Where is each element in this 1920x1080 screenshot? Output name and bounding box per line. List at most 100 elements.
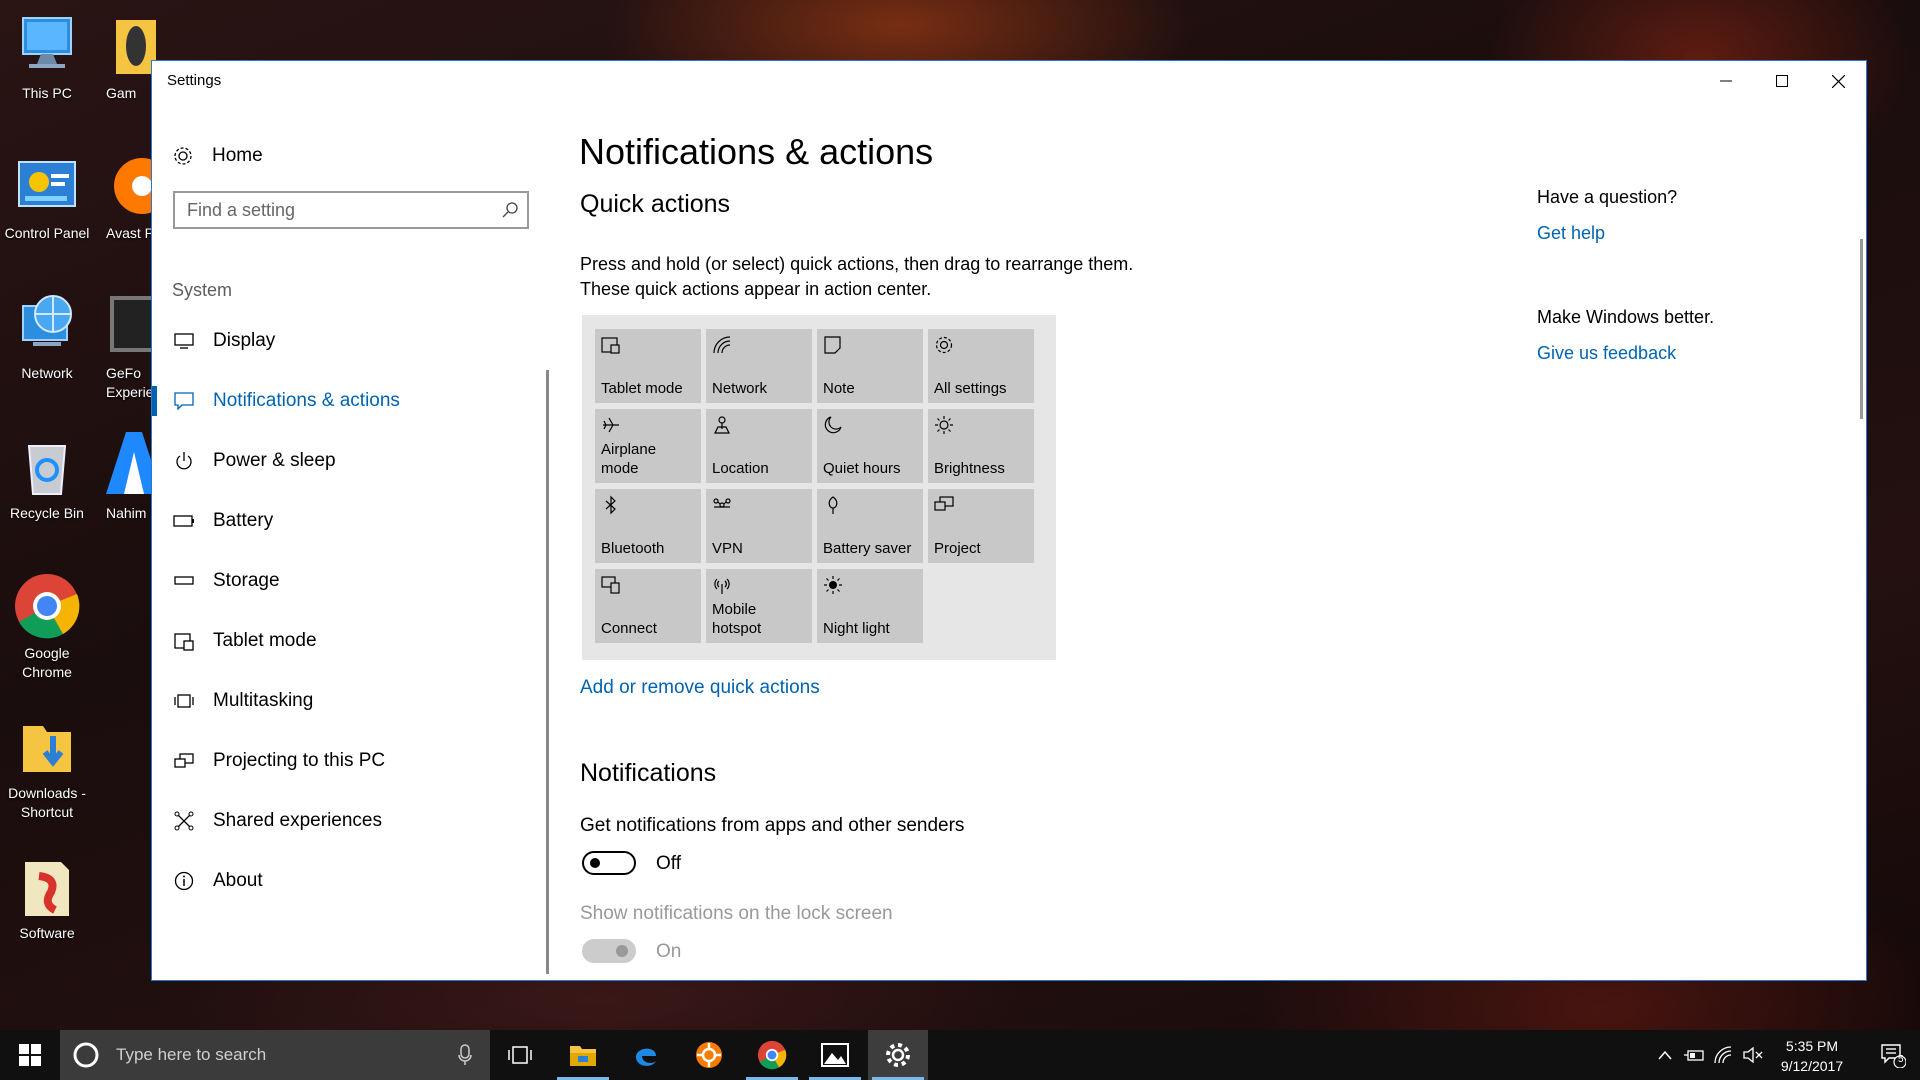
- vpn-icon: [712, 495, 806, 517]
- taskbar-search-input[interactable]: [114, 1044, 458, 1066]
- chrome-icon: [757, 1040, 787, 1070]
- nav-item-power-sleep[interactable]: Power & sleep: [152, 431, 562, 491]
- notifications-heading: Notifications: [580, 759, 717, 787]
- desktop-icon-downloads-shortcut[interactable]: Downloads - Shortcut: [0, 712, 94, 822]
- desktop-icon-recycle-bin[interactable]: Recycle Bin: [0, 432, 94, 523]
- note-icon: [823, 335, 917, 357]
- taskbar-file-explorer[interactable]: [553, 1030, 613, 1080]
- desktop-icon-software[interactable]: Software: [0, 852, 94, 943]
- main-scrollbar[interactable]: [1860, 239, 1863, 419]
- notification-icon: [173, 390, 195, 412]
- nav-item-notifications-actions[interactable]: Notifications & actions: [152, 371, 562, 431]
- task-view-icon: [508, 1046, 532, 1064]
- desktop-icon-control-panel[interactable]: Control Panel: [0, 152, 94, 243]
- taskbar-chrome[interactable]: [742, 1030, 802, 1080]
- maximize-button[interactable]: [1754, 61, 1810, 101]
- photos-icon: [821, 1043, 849, 1067]
- nav-item-tablet-mode[interactable]: Tablet mode: [152, 611, 562, 671]
- nav-item-battery[interactable]: Battery: [152, 491, 562, 551]
- search-input[interactable]: [175, 198, 493, 222]
- nav-item-about[interactable]: About: [152, 851, 562, 911]
- close-button[interactable]: [1810, 61, 1866, 101]
- microphone-icon[interactable]: [458, 1044, 472, 1066]
- gear-icon: [934, 335, 1028, 357]
- settings-window: Settings Home System Display: [151, 60, 1867, 981]
- nav-item-display[interactable]: Display: [152, 311, 562, 371]
- nav-item-projecting[interactable]: Projecting to this PC: [152, 731, 562, 791]
- toggle-knob: [616, 945, 628, 957]
- network-globe-icon: [13, 292, 81, 360]
- display-icon: [173, 330, 195, 352]
- location-icon: [712, 415, 806, 437]
- title-bar[interactable]: Settings: [152, 61, 1866, 101]
- quick-actions-heading: Quick actions: [580, 190, 731, 218]
- tray-network[interactable]: [1710, 1030, 1738, 1080]
- folder-download-icon: [13, 712, 81, 780]
- quick-action-airplane-mode[interactable]: Airplane mode: [595, 409, 701, 483]
- tablet-mode-icon: [173, 630, 195, 652]
- nav-scrollbar[interactable]: [546, 370, 549, 974]
- nav-item-shared-experiences[interactable]: Shared experiences: [152, 791, 562, 851]
- quick-action-network[interactable]: Network: [706, 329, 812, 403]
- nav-home-label: Home: [212, 145, 263, 166]
- question-heading: Have a question?: [1537, 187, 1678, 207]
- taskbar-app-orange[interactable]: [679, 1030, 739, 1080]
- taskbar-edge[interactable]: [616, 1030, 676, 1080]
- search-icon[interactable]: [493, 202, 527, 218]
- nav-item-storage[interactable]: Storage: [152, 551, 562, 611]
- tray-battery[interactable]: [1680, 1030, 1708, 1080]
- desktop-icon-this-pc[interactable]: This PC: [0, 12, 94, 103]
- add-remove-quick-actions-link[interactable]: Add or remove quick actions: [580, 677, 820, 699]
- quick-action-vpn[interactable]: VPN: [706, 489, 812, 563]
- window-title: Settings: [167, 72, 222, 89]
- minimize-icon: [1720, 80, 1732, 82]
- control-panel-icon: [13, 152, 81, 220]
- minimize-button[interactable]: [1698, 61, 1754, 101]
- taskbar-settings[interactable]: [868, 1030, 928, 1080]
- bluetooth-icon: [601, 495, 695, 517]
- quick-action-project[interactable]: Project: [928, 489, 1034, 563]
- quick-action-quiet-hours[interactable]: Quiet hours: [817, 409, 923, 483]
- find-setting-search[interactable]: [173, 191, 529, 229]
- get-notifications-toggle[interactable]: [582, 851, 636, 875]
- get-notifications-state: Off: [656, 853, 681, 874]
- taskbar-search-box[interactable]: [60, 1030, 490, 1080]
- shared-experiences-icon: [173, 810, 195, 832]
- nav-section-header: System: [172, 280, 233, 300]
- close-icon: [1831, 74, 1845, 88]
- moon-icon: [823, 415, 917, 437]
- quick-action-night-light[interactable]: Night light: [817, 569, 923, 643]
- action-center-button[interactable]: 5: [1866, 1030, 1920, 1080]
- chevron-up-icon: [1658, 1050, 1672, 1060]
- file-explorer-icon: [570, 1046, 596, 1066]
- desktop-icon-google-chrome[interactable]: Google Chrome: [0, 572, 94, 682]
- start-button[interactable]: [0, 1030, 60, 1080]
- quick-action-location[interactable]: Location: [706, 409, 812, 483]
- quick-action-mobile-hotspot[interactable]: Mobile hotspot: [706, 569, 812, 643]
- battery-plugged-icon: [1684, 1050, 1704, 1061]
- quick-action-bluetooth[interactable]: Bluetooth: [595, 489, 701, 563]
- taskbar-photos[interactable]: [805, 1030, 865, 1080]
- desktop-icon-network[interactable]: Network: [0, 292, 94, 383]
- give-feedback-link[interactable]: Give us feedback: [1537, 343, 1676, 364]
- tablet-mode-icon: [601, 335, 695, 357]
- taskbar-clock[interactable]: 5:35 PM 9/12/2017: [1762, 1036, 1862, 1076]
- quick-action-connect[interactable]: Connect: [595, 569, 701, 643]
- nav-home[interactable]: Home: [172, 141, 263, 171]
- hotspot-icon: [712, 575, 806, 597]
- chrome-icon: [13, 572, 81, 640]
- nav-item-multitasking[interactable]: Multitasking: [152, 671, 562, 731]
- airplane-icon: [601, 415, 695, 437]
- edge-icon: [636, 1048, 656, 1066]
- cortana-icon: [73, 1042, 99, 1068]
- quick-action-brightness[interactable]: Brightness: [928, 409, 1034, 483]
- nav-list: Display Notifications & actions Power & …: [152, 311, 562, 911]
- quick-action-tablet-mode[interactable]: Tablet mode: [595, 329, 701, 403]
- night-light-icon: [823, 575, 917, 597]
- tray-show-hidden[interactable]: [1652, 1030, 1678, 1080]
- get-help-link[interactable]: Get help: [1537, 223, 1605, 244]
- task-view-button[interactable]: [490, 1030, 550, 1080]
- quick-action-all-settings[interactable]: All settings: [928, 329, 1034, 403]
- quick-action-battery-saver[interactable]: Battery saver: [817, 489, 923, 563]
- quick-action-note[interactable]: Note: [817, 329, 923, 403]
